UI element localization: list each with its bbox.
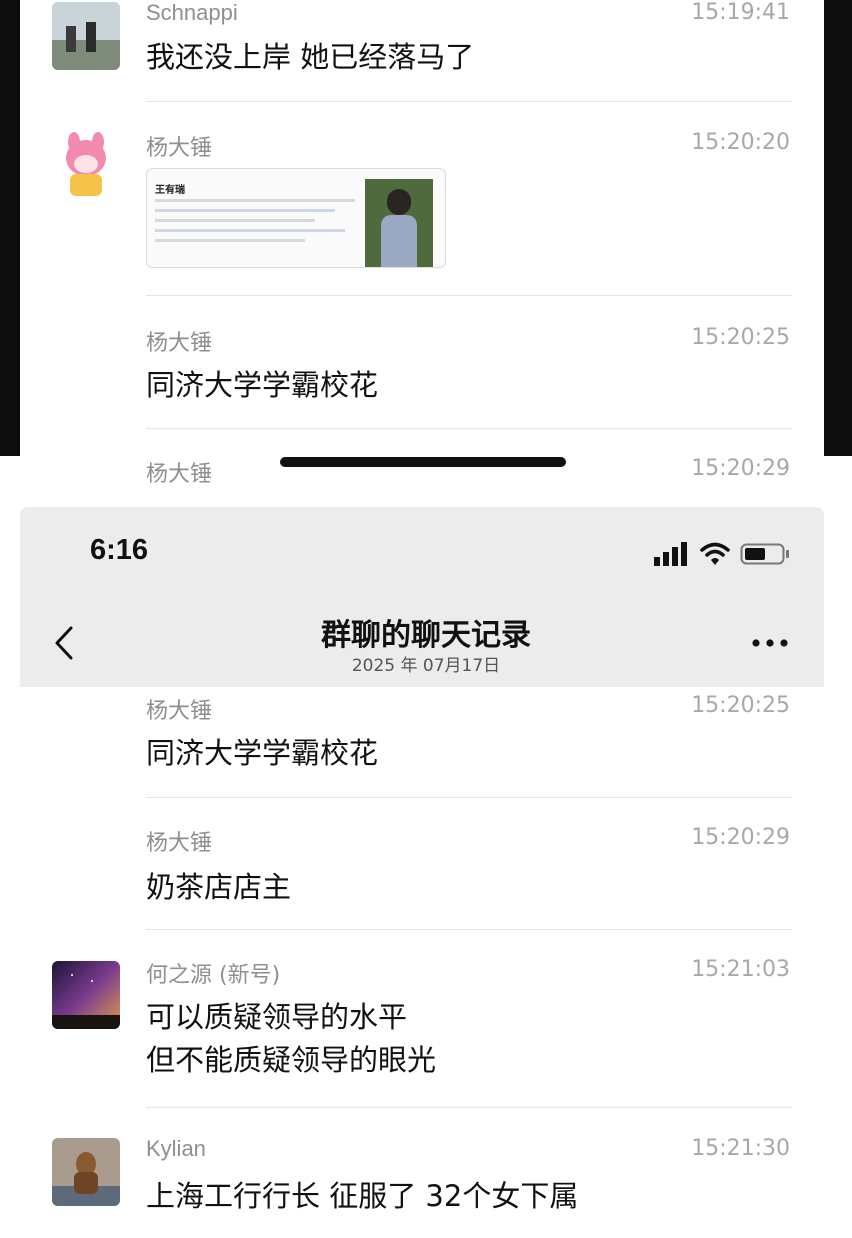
- avatar[interactable]: [52, 2, 120, 70]
- image-message-card[interactable]: 王有瑞: [146, 168, 446, 268]
- message-sender: 杨大锤: [146, 831, 213, 856]
- message-text[interactable]: 同济大学学霸校花: [146, 730, 378, 772]
- message-time: 15:21:30: [691, 1136, 790, 1161]
- message-text[interactable]: 我还没上岸 她已经落马了: [146, 34, 474, 76]
- home-indicator: [280, 457, 566, 467]
- image-card-title: 王有瑞: [155, 185, 185, 196]
- status-time: 6:16: [90, 534, 149, 566]
- avatar[interactable]: [52, 132, 120, 200]
- message-divider: [146, 929, 792, 930]
- message-sender: Kylian: [146, 1136, 206, 1161]
- battery-icon: [740, 543, 789, 565]
- left-black-bar: [0, 0, 20, 456]
- page-title: 群聊的聊天记录: [321, 618, 531, 653]
- message-text[interactable]: 同济大学学霸校花: [146, 362, 378, 404]
- avatar[interactable]: [52, 1138, 120, 1206]
- page-subtitle: 2025 年 07月17日: [351, 656, 501, 676]
- message-divider: [146, 1107, 792, 1108]
- message-divider: [146, 797, 792, 798]
- message-sender: 杨大锤: [146, 699, 213, 724]
- message-text-line[interactable]: 可以质疑领导的水平: [146, 994, 407, 1036]
- image-card-photo: [365, 179, 433, 267]
- right-black-bar: [824, 0, 852, 456]
- message-sender: 杨大锤: [146, 462, 213, 487]
- message-text[interactable]: 奶茶店店主: [146, 864, 291, 906]
- message-time: 15:20:25: [691, 325, 790, 350]
- message-divider: [146, 295, 792, 296]
- message-time: 15:20:29: [691, 825, 790, 850]
- wifi-icon: [700, 542, 730, 565]
- message-sender: 杨大锤: [146, 331, 213, 356]
- message-text-line[interactable]: 但不能质疑领导的眼光: [146, 1037, 436, 1079]
- avatar[interactable]: [52, 961, 120, 1029]
- image-card-lines: [155, 199, 355, 242]
- message-time: 15:20:25: [691, 693, 790, 718]
- message-sender: Schnappi: [146, 0, 238, 25]
- message-time: 15:20:29: [691, 456, 790, 481]
- message-divider: [146, 101, 792, 102]
- message-divider: [146, 428, 792, 429]
- signal-icon: [654, 542, 687, 566]
- message-time: 15:20:20: [691, 130, 790, 155]
- message-time: 15:19:41: [691, 0, 790, 25]
- message-sender: 何之源 (新号): [146, 963, 281, 988]
- more-icon[interactable]: [752, 638, 788, 648]
- message-sender: 杨大锤: [146, 136, 213, 161]
- message-time: 15:21:03: [691, 957, 790, 982]
- status-icons: [654, 541, 794, 571]
- message-text[interactable]: 上海工行行长 征服了 32个女下属: [146, 1173, 578, 1215]
